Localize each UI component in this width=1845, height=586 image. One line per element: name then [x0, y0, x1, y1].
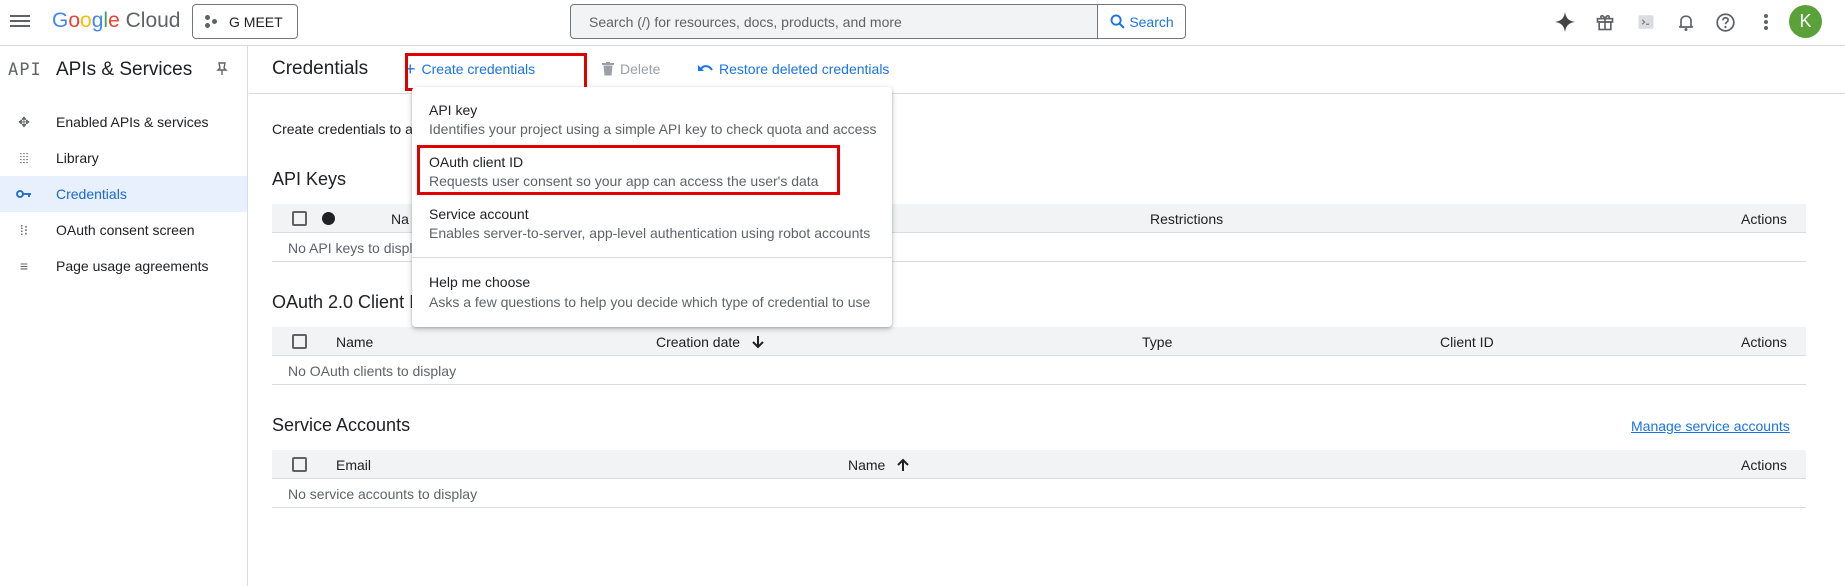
menu-item-title: API key [429, 102, 478, 118]
sidebar-item-label: Enabled APIs & services [56, 114, 209, 130]
account-avatar[interactable]: K [1789, 5, 1822, 38]
restore-deleted-credentials-button[interactable]: Restore deleted credentials [697, 61, 889, 77]
sidebar-item-label: Library [56, 150, 99, 166]
column-name-label: Name [848, 457, 886, 473]
sidebar-item-oauth-consent[interactable]: ⁞⁝ OAuth consent screen [0, 212, 247, 248]
sidebar-item-label: Page usage agreements [56, 258, 209, 274]
library-icon: ⦙⦙⦙ [19, 149, 29, 166]
search-input[interactable]: Search (/) for resources, docs, products… [589, 14, 902, 30]
empty-message: No OAuth clients to display [288, 363, 457, 379]
project-name: G MEET [229, 13, 283, 30]
gift-icon[interactable] [1593, 10, 1617, 34]
empty-message: No service accounts to display [288, 486, 478, 502]
table-header: Email Name Actions [272, 450, 1806, 479]
arrow-up-icon [897, 458, 909, 471]
column-actions: Actions [1741, 334, 1787, 350]
menu-item-api-key[interactable]: API key Identifies your project using a … [412, 87, 892, 139]
page-title: Credentials [272, 58, 369, 79]
menu-item-desc: Identifies your project using a simple A… [429, 121, 877, 137]
sidebar-title: APIs & Services [56, 59, 193, 80]
select-all-checkbox[interactable] [292, 457, 307, 472]
sidebar-item-enabled-apis[interactable]: ✥ Enabled APIs & services [0, 104, 247, 140]
table-row: No OAuth clients to display [272, 356, 1806, 385]
main-menu-icon[interactable] [10, 12, 30, 30]
undo-icon [698, 65, 713, 71]
top-app-bar: Google Cloud G MEET Search (/) for resou… [0, 0, 1845, 46]
menu-item-help-me-choose[interactable]: Help me choose Asks a few questions to h… [412, 260, 892, 318]
column-actions: Actions [1741, 457, 1787, 473]
project-icon [205, 14, 219, 29]
menu-item-desc: Asks a few questions to help you decide … [429, 294, 871, 310]
pin-icon[interactable] [216, 62, 228, 79]
sidebar-item-label: Credentials [56, 186, 127, 202]
delete-button[interactable]: Delete [602, 61, 660, 77]
trash-icon [602, 62, 614, 76]
notifications-bell-icon[interactable] [1674, 10, 1698, 34]
restore-label: Restore deleted credentials [719, 61, 890, 77]
cloud-shell-icon[interactable] [1634, 10, 1658, 34]
logo-google-text: Google [52, 9, 120, 32]
column-name[interactable]: Name [848, 457, 909, 473]
agreements-icon: ≡ [19, 258, 29, 274]
help-icon[interactable] [1713, 10, 1737, 34]
select-all-checkbox[interactable] [292, 334, 307, 349]
manage-service-accounts-link[interactable]: Manage service accounts [1631, 418, 1790, 434]
api-keys-title: API Keys [272, 169, 347, 189]
create-credentials-highlight [405, 53, 587, 91]
intro-text: Create credentials to a [272, 121, 413, 137]
search-icon [1110, 14, 1125, 29]
delete-label: Delete [620, 61, 661, 77]
column-creation-date-label: Creation date [656, 334, 741, 350]
menu-item-service-account[interactable]: Service account Enables server-to-server… [412, 191, 892, 243]
more-options-icon[interactable] [1754, 10, 1778, 34]
column-name[interactable]: Name [336, 334, 373, 350]
arrow-down-icon [752, 336, 764, 349]
consent-icon: ⁞⁝ [19, 221, 29, 238]
logo-cloud-text: Cloud [125, 9, 181, 32]
key-icon [14, 186, 34, 202]
create-credentials-menu: API key Identifies your project using a … [412, 87, 892, 327]
search-button-label: Search [1129, 13, 1174, 30]
service-accounts-title: Service Accounts [272, 415, 411, 435]
status-dot-icon [322, 212, 335, 225]
column-name[interactable]: Na [391, 211, 409, 227]
column-type[interactable]: Type [1142, 334, 1172, 350]
search-button[interactable]: Search [1097, 5, 1185, 38]
oauth-client-id-highlight [417, 145, 840, 195]
sidebar: API APIs & Services ✥ Enabled APIs & ser… [0, 46, 248, 586]
sidebar-item-label: OAuth consent screen [56, 222, 195, 238]
menu-item-desc: Enables server-to-server, app-level auth… [429, 225, 871, 241]
sidebar-item-page-usage[interactable]: ≡ Page usage agreements [0, 248, 247, 284]
column-restrictions: Restrictions [1150, 211, 1224, 227]
hub-icon: ✥ [18, 113, 30, 130]
google-cloud-logo[interactable]: Google Cloud [52, 9, 180, 33]
column-actions: Actions [1741, 211, 1787, 227]
sidebar-item-library[interactable]: ⦙⦙⦙ Library [0, 140, 247, 176]
menu-item-title: Service account [429, 206, 529, 222]
oauth-clients-title: OAuth 2.0 Client I [272, 292, 415, 312]
column-email[interactable]: Email [336, 457, 371, 473]
table-header: Name Creation date Type Client ID Action… [272, 327, 1806, 356]
gemini-sparkle-icon[interactable] [1553, 10, 1577, 34]
sidebar-item-credentials[interactable]: Credentials [0, 176, 247, 212]
api-logo-icon: API [8, 60, 42, 80]
table-row: No service accounts to display [272, 479, 1806, 508]
project-picker-button[interactable]: G MEET [192, 4, 298, 39]
empty-message: No API keys to displ [288, 240, 413, 256]
sidebar-header: API APIs & Services [0, 46, 248, 94]
search-bar[interactable]: Search (/) for resources, docs, products… [570, 4, 1186, 39]
column-client-id[interactable]: Client ID [1440, 334, 1494, 350]
menu-item-title: Help me choose [429, 274, 531, 290]
column-creation-date[interactable]: Creation date [656, 334, 764, 350]
menu-divider [412, 257, 892, 258]
select-all-checkbox[interactable] [292, 211, 307, 226]
